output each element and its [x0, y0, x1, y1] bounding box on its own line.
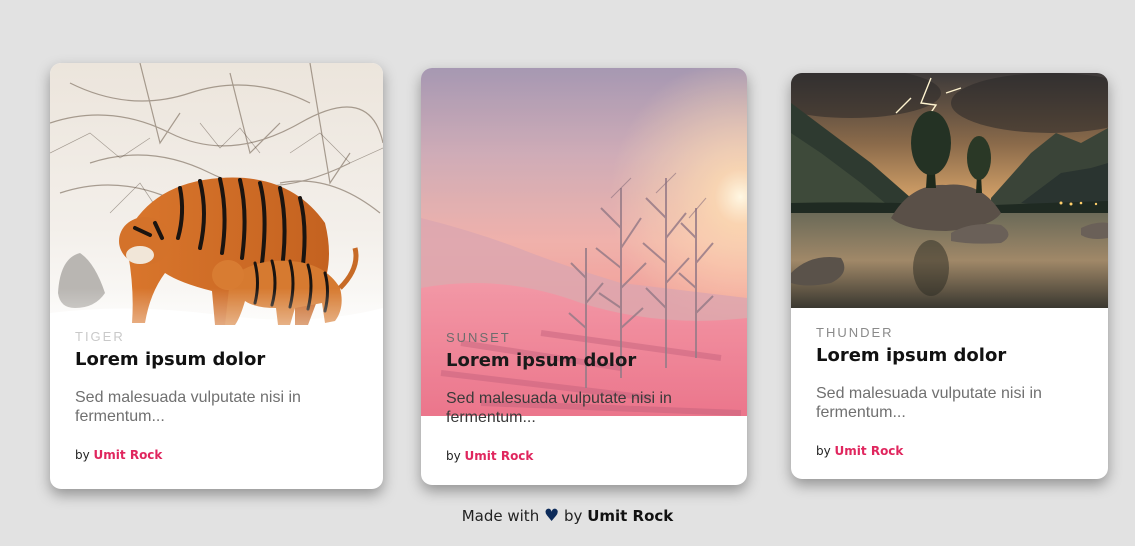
card-category: SUNSET: [446, 330, 511, 345]
card-description: Sed malesuada vulputate nisi in fermentu…: [75, 389, 301, 425]
author-prefix: by: [816, 444, 831, 458]
card-body-sunset: SUNSET Lorem ipsum dolor Sed malesuada v…: [446, 330, 727, 463]
card-body-tiger: TIGER Lorem ipsum dolor Sed malesuada vu…: [75, 329, 363, 462]
card-category: TIGER: [75, 329, 125, 344]
heart-icon: ♥: [543, 506, 560, 526]
author-link[interactable]: Umit Rock: [94, 448, 163, 462]
card-description: Sed malesuada vulputate nisi in fermentu…: [816, 385, 1042, 421]
card-thunder[interactable]: THUNDER Lorem ipsum dolor Sed malesuada …: [791, 73, 1108, 479]
card-sunset[interactable]: SUNSET Lorem ipsum dolor Sed malesuada v…: [421, 68, 747, 485]
footer-author-link[interactable]: Umit Rock: [587, 507, 673, 525]
footer-made-with: Made with: [461, 507, 540, 525]
author-link[interactable]: Umit Rock: [465, 449, 534, 463]
card-author: by Umit Rock: [446, 449, 727, 463]
author-link[interactable]: Umit Rock: [835, 444, 904, 458]
author-prefix: by: [446, 449, 461, 463]
card-description: Sed malesuada vulputate nisi in fermentu…: [446, 390, 672, 426]
card-tiger[interactable]: TIGER Lorem ipsum dolor Sed malesuada vu…: [50, 63, 383, 489]
card-category: THUNDER: [816, 325, 894, 340]
author-prefix: by: [75, 448, 90, 462]
card-title[interactable]: Lorem ipsum dolor: [75, 349, 363, 370]
card-title[interactable]: Lorem ipsum dolor: [816, 345, 1088, 366]
card-author: by Umit Rock: [75, 448, 363, 462]
footer-by: by: [564, 507, 583, 525]
card-image-thunder: [791, 73, 1108, 308]
card-author: by Umit Rock: [816, 444, 1088, 458]
footer: Made with ♥ by Umit Rock: [0, 506, 1135, 526]
card-image-tiger: [50, 63, 383, 363]
card-title[interactable]: Lorem ipsum dolor: [446, 350, 727, 371]
card-body-thunder: THUNDER Lorem ipsum dolor Sed malesuada …: [816, 325, 1088, 458]
